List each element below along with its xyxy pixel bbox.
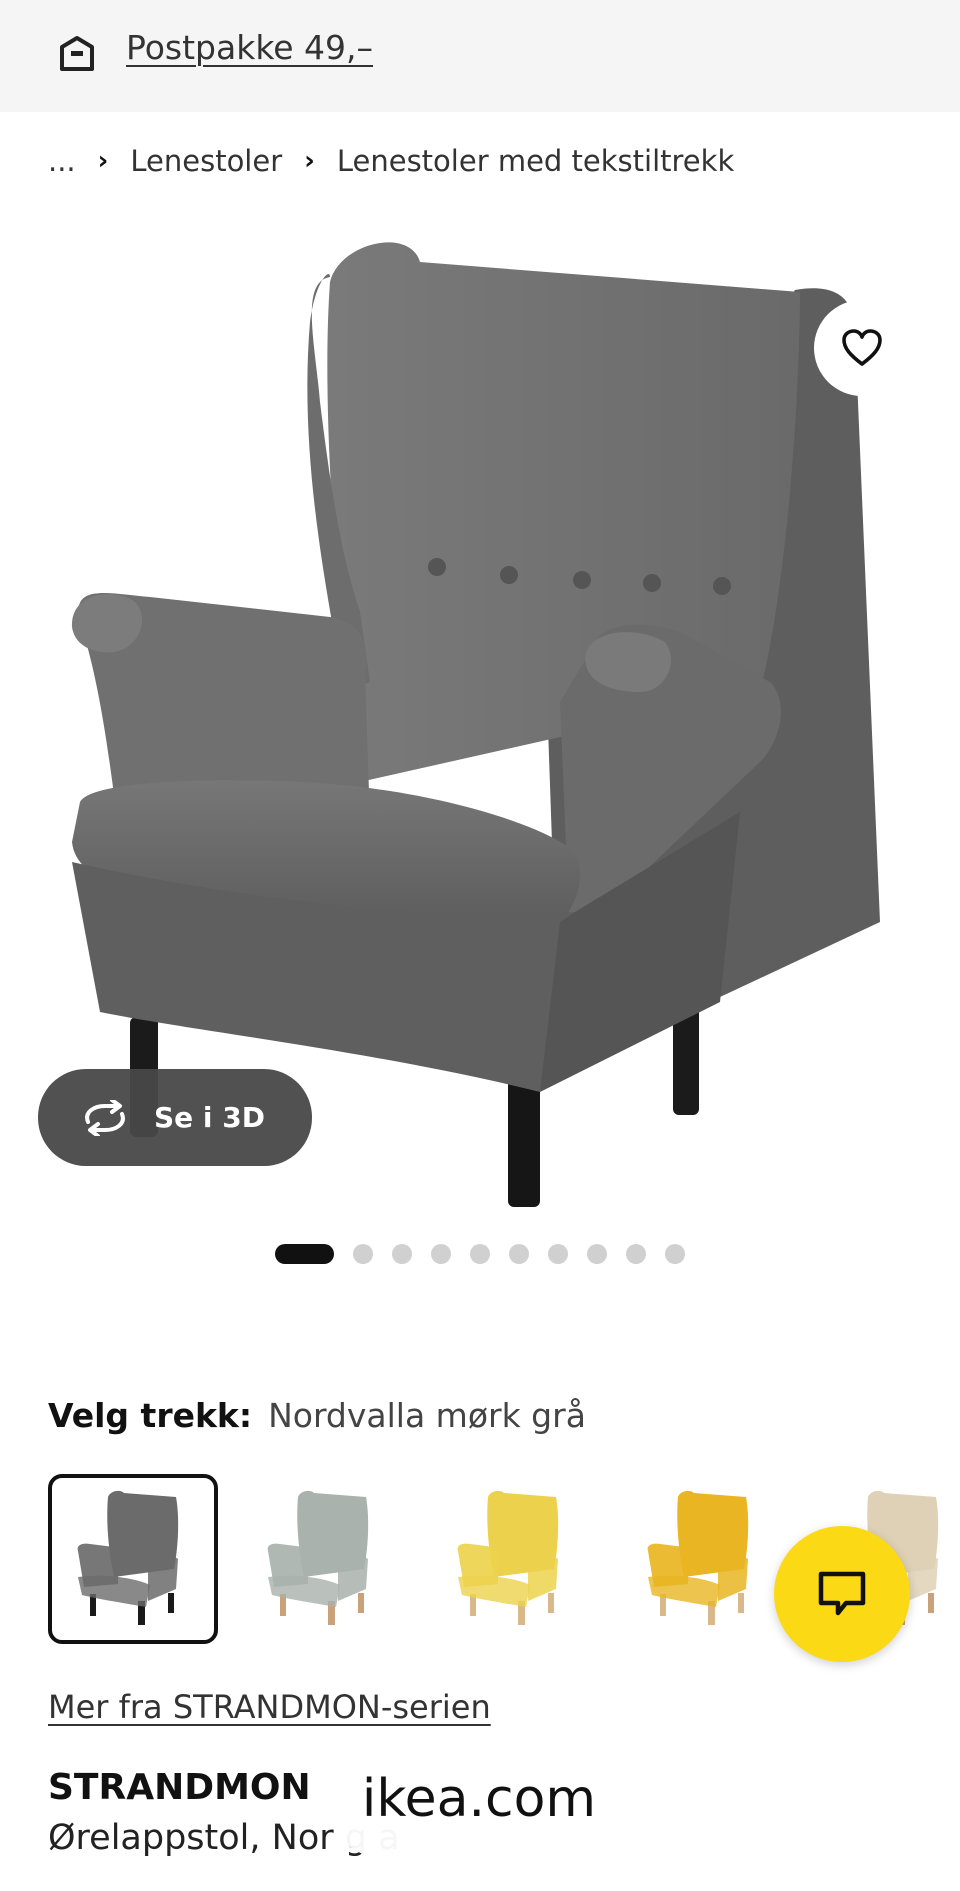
breadcrumb-item-lenestoler[interactable]: Lenestoler (130, 144, 282, 178)
chair-thumbnail (647, 1490, 749, 1625)
carousel-dot[interactable] (353, 1244, 373, 1264)
cover-option[interactable] (48, 1474, 218, 1644)
carousel-dot[interactable] (275, 1244, 334, 1264)
cover-label: Velg trekk: (48, 1396, 253, 1435)
breadcrumb-ellipsis[interactable]: ... (48, 144, 76, 178)
cover-option[interactable] (428, 1474, 598, 1644)
shipping-banner: Postpakke 49,– (0, 0, 960, 112)
carousel-dot[interactable] (548, 1244, 568, 1264)
chevron-right-icon: › (304, 146, 315, 176)
product-name: STRANDMON (48, 1767, 311, 1808)
carousel-dot[interactable] (626, 1244, 646, 1264)
series-link[interactable]: Mer fra STRANDMON-serien (48, 1688, 491, 1726)
favorite-button[interactable] (814, 300, 910, 396)
cover-option[interactable] (238, 1474, 408, 1644)
chat-bubble-icon (818, 1571, 866, 1616)
view-in-3d-button[interactable]: Se i 3D (38, 1069, 312, 1166)
chair-thumbnail (457, 1490, 559, 1625)
chair-thumbnail (77, 1490, 179, 1625)
carousel-dot[interactable] (470, 1244, 490, 1264)
cover-value: Nordvalla mørk grå (268, 1396, 586, 1435)
chat-button[interactable] (774, 1526, 910, 1662)
carousel-dot[interactable] (509, 1244, 529, 1264)
chevron-right-icon: › (97, 146, 109, 176)
carousel-dot[interactable] (392, 1244, 412, 1264)
product-image[interactable] (0, 222, 960, 1212)
carousel-indicator (275, 1244, 685, 1264)
breadcrumb: ... › Lenestoler › Lenestoler med teksti… (48, 144, 734, 178)
carousel-dot[interactable] (431, 1244, 451, 1264)
chair-thumbnail (267, 1490, 369, 1625)
site-watermark: ikea.com (326, 1740, 632, 1858)
cover-option[interactable] (618, 1474, 788, 1644)
carousel-dot[interactable] (665, 1244, 685, 1264)
heart-outline-icon (842, 329, 882, 366)
view-in-3d-label: Se i 3D (154, 1101, 265, 1134)
cover-selection-heading: Velg trekk: Nordvalla mørk grå (48, 1396, 586, 1435)
rotate-icon (85, 1099, 125, 1136)
shipping-link[interactable]: Postpakke 49,– (126, 28, 373, 67)
breadcrumb-item-tekstiltrekk[interactable]: Lenestoler med tekstiltrekk (337, 144, 734, 178)
carousel-dot[interactable] (587, 1244, 607, 1264)
delivery-box-icon (60, 36, 94, 71)
